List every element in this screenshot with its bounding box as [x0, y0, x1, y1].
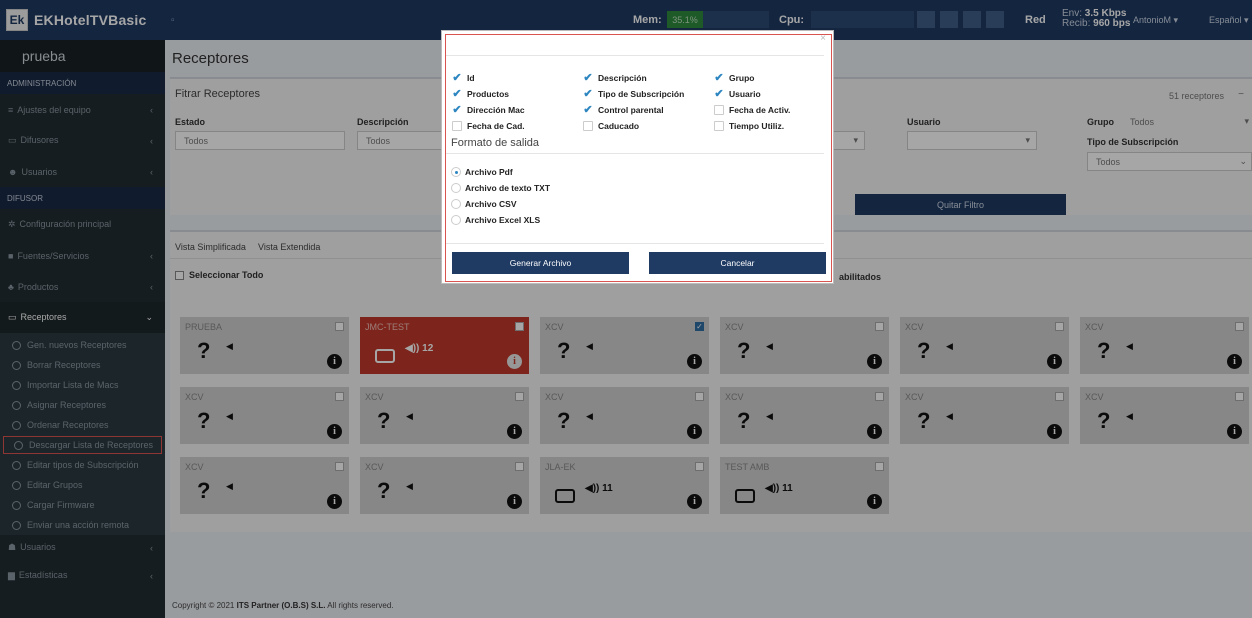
column-option[interactable]: Caducado: [583, 121, 639, 131]
format-option[interactable]: Archivo de texto TXT: [451, 183, 550, 193]
modal-highlight: [445, 34, 832, 282]
checkbox-icon[interactable]: [714, 105, 724, 115]
column-option-label: Dirección Mac: [467, 105, 525, 115]
column-option[interactable]: ✔ Usuario: [714, 89, 761, 100]
radio-icon[interactable]: [451, 183, 461, 193]
column-option[interactable]: Fecha de Activ.: [714, 105, 790, 115]
modal-divider: [446, 243, 824, 244]
column-option[interactable]: Tiempo Utiliz.: [714, 121, 784, 131]
column-option-label: Fecha de Cad.: [467, 121, 525, 131]
checkbox-icon[interactable]: ✔: [583, 105, 593, 116]
checkbox-icon[interactable]: ✔: [714, 73, 724, 84]
column-option-label: Tiempo Utiliz.: [729, 121, 785, 131]
generar-archivo-button[interactable]: Generar Archivo: [452, 252, 629, 274]
modal-divider: [446, 55, 824, 56]
column-option-label: Control parental: [598, 105, 664, 115]
checkbox-icon[interactable]: [452, 121, 462, 131]
checkbox-icon[interactable]: ✔: [583, 73, 593, 84]
checkbox-icon[interactable]: [714, 121, 724, 131]
column-option[interactable]: ✔ Tipo de Subscripción: [583, 89, 685, 100]
radio-icon[interactable]: [451, 199, 461, 209]
column-option[interactable]: ✔ Descripción: [583, 73, 647, 84]
column-option[interactable]: ✔ Dirección Mac: [452, 105, 525, 116]
column-option[interactable]: Fecha de Cad.: [452, 121, 525, 131]
format-option-label: Archivo de texto TXT: [465, 183, 551, 193]
checkbox-icon[interactable]: ✔: [714, 89, 724, 100]
column-option[interactable]: ✔ Grupo: [714, 73, 755, 84]
format-option[interactable]: Archivo Pdf: [451, 167, 513, 177]
checkbox-icon[interactable]: ✔: [452, 73, 462, 84]
column-option-label: Usuario: [729, 89, 761, 99]
format-option[interactable]: Archivo Excel XLS: [451, 215, 540, 225]
checkbox-icon[interactable]: ✔: [583, 89, 593, 100]
column-option[interactable]: ✔ Control parental: [583, 105, 664, 116]
column-option[interactable]: ✔ Id: [452, 73, 475, 84]
format-option-label: Archivo CSV: [465, 199, 517, 209]
column-option-label: Grupo: [729, 73, 755, 83]
format-option-label: Archivo Pdf: [465, 167, 513, 177]
cancelar-button[interactable]: Cancelar: [649, 252, 826, 274]
column-option-label: Productos: [467, 89, 510, 99]
checkbox-icon[interactable]: ✔: [452, 105, 462, 116]
download-modal: × ✔ Id ✔ Descripción ✔ Grupo ✔ Productos ✔ Tipo d…: [441, 30, 834, 284]
column-option-label: Caducado: [598, 121, 640, 131]
checkbox-icon[interactable]: [583, 121, 593, 131]
column-option-label: Tipo de Subscripción: [598, 89, 685, 99]
checkbox-icon[interactable]: ✔: [452, 89, 462, 100]
column-option-label: Descripción: [598, 73, 647, 83]
radio-icon[interactable]: [451, 215, 461, 225]
radio-icon[interactable]: [451, 167, 461, 177]
close-icon[interactable]: ×: [820, 33, 826, 44]
format-option[interactable]: Archivo CSV: [451, 199, 517, 209]
column-option[interactable]: ✔ Productos: [452, 89, 510, 100]
modal-divider: [446, 153, 824, 154]
format-option-label: Archivo Excel XLS: [465, 215, 541, 225]
column-option-label: Id: [467, 73, 475, 83]
format-title: Formato de salida: [451, 137, 540, 149]
column-option-label: Fecha de Activ.: [729, 105, 791, 115]
